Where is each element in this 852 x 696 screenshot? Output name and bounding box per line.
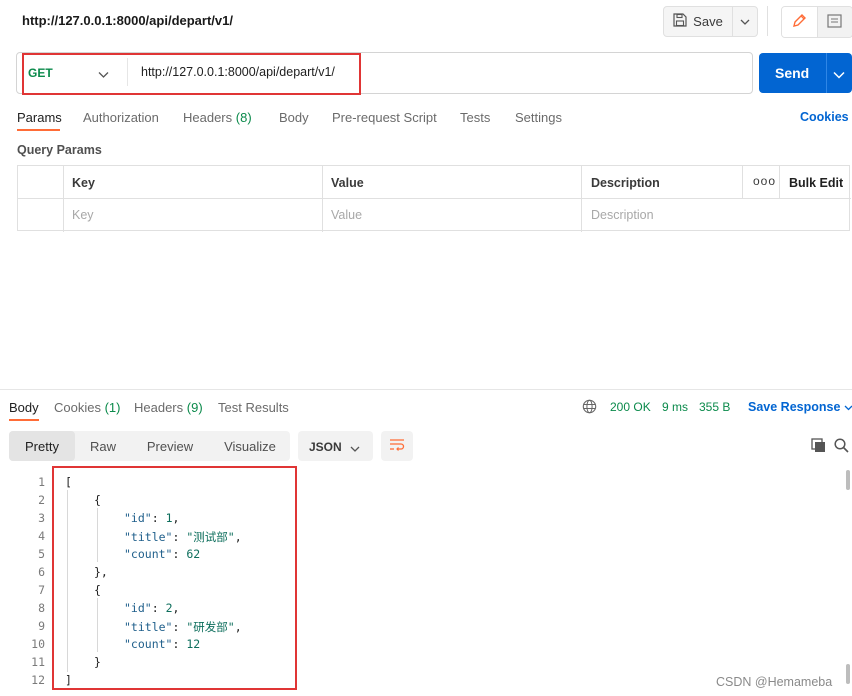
copy-icon[interactable] [811, 438, 826, 456]
tab-test-results[interactable]: Test Results [218, 400, 289, 415]
send-divider [826, 53, 827, 93]
edit-mode-button[interactable] [782, 7, 818, 37]
send-label: Send [775, 65, 810, 81]
column-header-description: Description [591, 176, 660, 190]
table-divider [63, 166, 64, 232]
tab-response-body[interactable]: Body [9, 400, 39, 415]
tab-params[interactable]: Params [17, 110, 62, 125]
cookies-link[interactable]: Cookies [800, 110, 849, 124]
wrap-lines-icon [389, 438, 405, 455]
headers-count: (8) [235, 110, 252, 125]
line-number: 12 [31, 673, 45, 687]
toolbar-divider [767, 6, 768, 36]
comment-icon [827, 13, 842, 31]
headers-count: (9) [186, 400, 203, 415]
cookies-count: (1) [104, 400, 121, 415]
request-title: http://127.0.0.1:8000/api/depart/v1/ [22, 13, 233, 28]
response-time[interactable]: 9 ms [662, 400, 688, 414]
status-code[interactable]: 200 OK [610, 400, 651, 414]
param-key-input[interactable]: Key [72, 208, 94, 222]
line-number: 2 [38, 493, 45, 507]
table-divider [742, 166, 743, 199]
table-divider [581, 166, 582, 232]
chevron-down-icon [350, 441, 360, 456]
line-number: 5 [38, 547, 45, 561]
search-icon[interactable] [834, 438, 849, 456]
line-number: 7 [38, 583, 45, 597]
scrollbar[interactable] [846, 664, 850, 684]
watermark: CSDN @Hemameba [716, 675, 833, 689]
more-options-icon[interactable]: ooo [753, 174, 776, 188]
query-params-heading: Query Params [17, 143, 102, 157]
tab-response-cookies[interactable]: Cookies (1) [54, 400, 120, 415]
view-visualize-button[interactable]: Visualize [213, 431, 287, 461]
query-params-table: Key Value Description ooo Bulk Edit Key … [17, 165, 851, 232]
save-response-button[interactable]: Save Response [748, 400, 852, 414]
view-preview-button[interactable]: Preview [131, 431, 209, 461]
pane-divider[interactable] [0, 389, 852, 390]
table-divider [322, 166, 323, 232]
param-description-input[interactable]: Description [591, 208, 654, 222]
save-label: Save [693, 14, 723, 29]
pencil-icon [791, 13, 807, 32]
tab-settings[interactable]: Settings [515, 110, 562, 125]
line-number: 8 [38, 601, 45, 615]
column-header-key: Key [72, 176, 95, 190]
view-pretty-button[interactable]: Pretty [9, 431, 75, 461]
bulk-edit-button[interactable]: Bulk Edit [789, 176, 843, 190]
tab-headers[interactable]: Headers (8) [183, 110, 252, 125]
tab-cookies-label: Cookies [54, 400, 101, 415]
active-tab-indicator [9, 419, 39, 421]
save-button[interactable]: Save [664, 7, 733, 36]
table-divider [18, 198, 851, 199]
active-tab-indicator [17, 129, 60, 131]
chevron-down-icon [844, 400, 852, 414]
scrollbar[interactable] [846, 470, 850, 490]
param-value-input[interactable]: Value [331, 208, 362, 222]
tab-headers-label: Headers [183, 110, 233, 125]
tab-pre-request-script[interactable]: Pre-request Script [332, 110, 437, 125]
tab-tests[interactable]: Tests [460, 110, 490, 125]
line-number: 10 [31, 637, 45, 651]
highlight-box-response [52, 466, 297, 690]
line-number: 3 [38, 511, 45, 525]
tab-response-headers[interactable]: Headers (9) [134, 400, 203, 415]
table-divider [779, 166, 780, 199]
save-options-button[interactable] [733, 7, 757, 36]
view-mode-group: Pretty Raw Preview Visualize [9, 431, 290, 461]
save-response-label: Save Response [748, 400, 841, 414]
chevron-down-icon[interactable] [833, 67, 845, 82]
save-button-group: Save [663, 6, 758, 37]
side-panel-toggle [781, 6, 852, 38]
tab-body[interactable]: Body [279, 110, 309, 125]
highlight-box-request [22, 53, 361, 95]
line-number: 6 [38, 565, 45, 579]
format-select[interactable]: JSON [298, 431, 373, 461]
line-number: 1 [38, 475, 45, 489]
comments-button[interactable] [817, 7, 852, 37]
tab-headers-label: Headers [134, 400, 184, 415]
send-button[interactable]: Send [759, 53, 852, 93]
view-raw-button[interactable]: Raw [79, 431, 127, 461]
line-number: 9 [38, 619, 45, 633]
column-header-value: Value [331, 176, 364, 190]
format-label: JSON [309, 440, 342, 454]
response-size[interactable]: 355 B [699, 400, 730, 414]
chevron-down-icon [740, 14, 750, 29]
line-number: 4 [38, 529, 45, 543]
line-number: 11 [31, 655, 45, 669]
tab-authorization[interactable]: Authorization [83, 110, 159, 125]
save-icon [673, 13, 687, 30]
globe-icon[interactable] [582, 399, 597, 417]
wrap-lines-button[interactable] [381, 431, 413, 461]
